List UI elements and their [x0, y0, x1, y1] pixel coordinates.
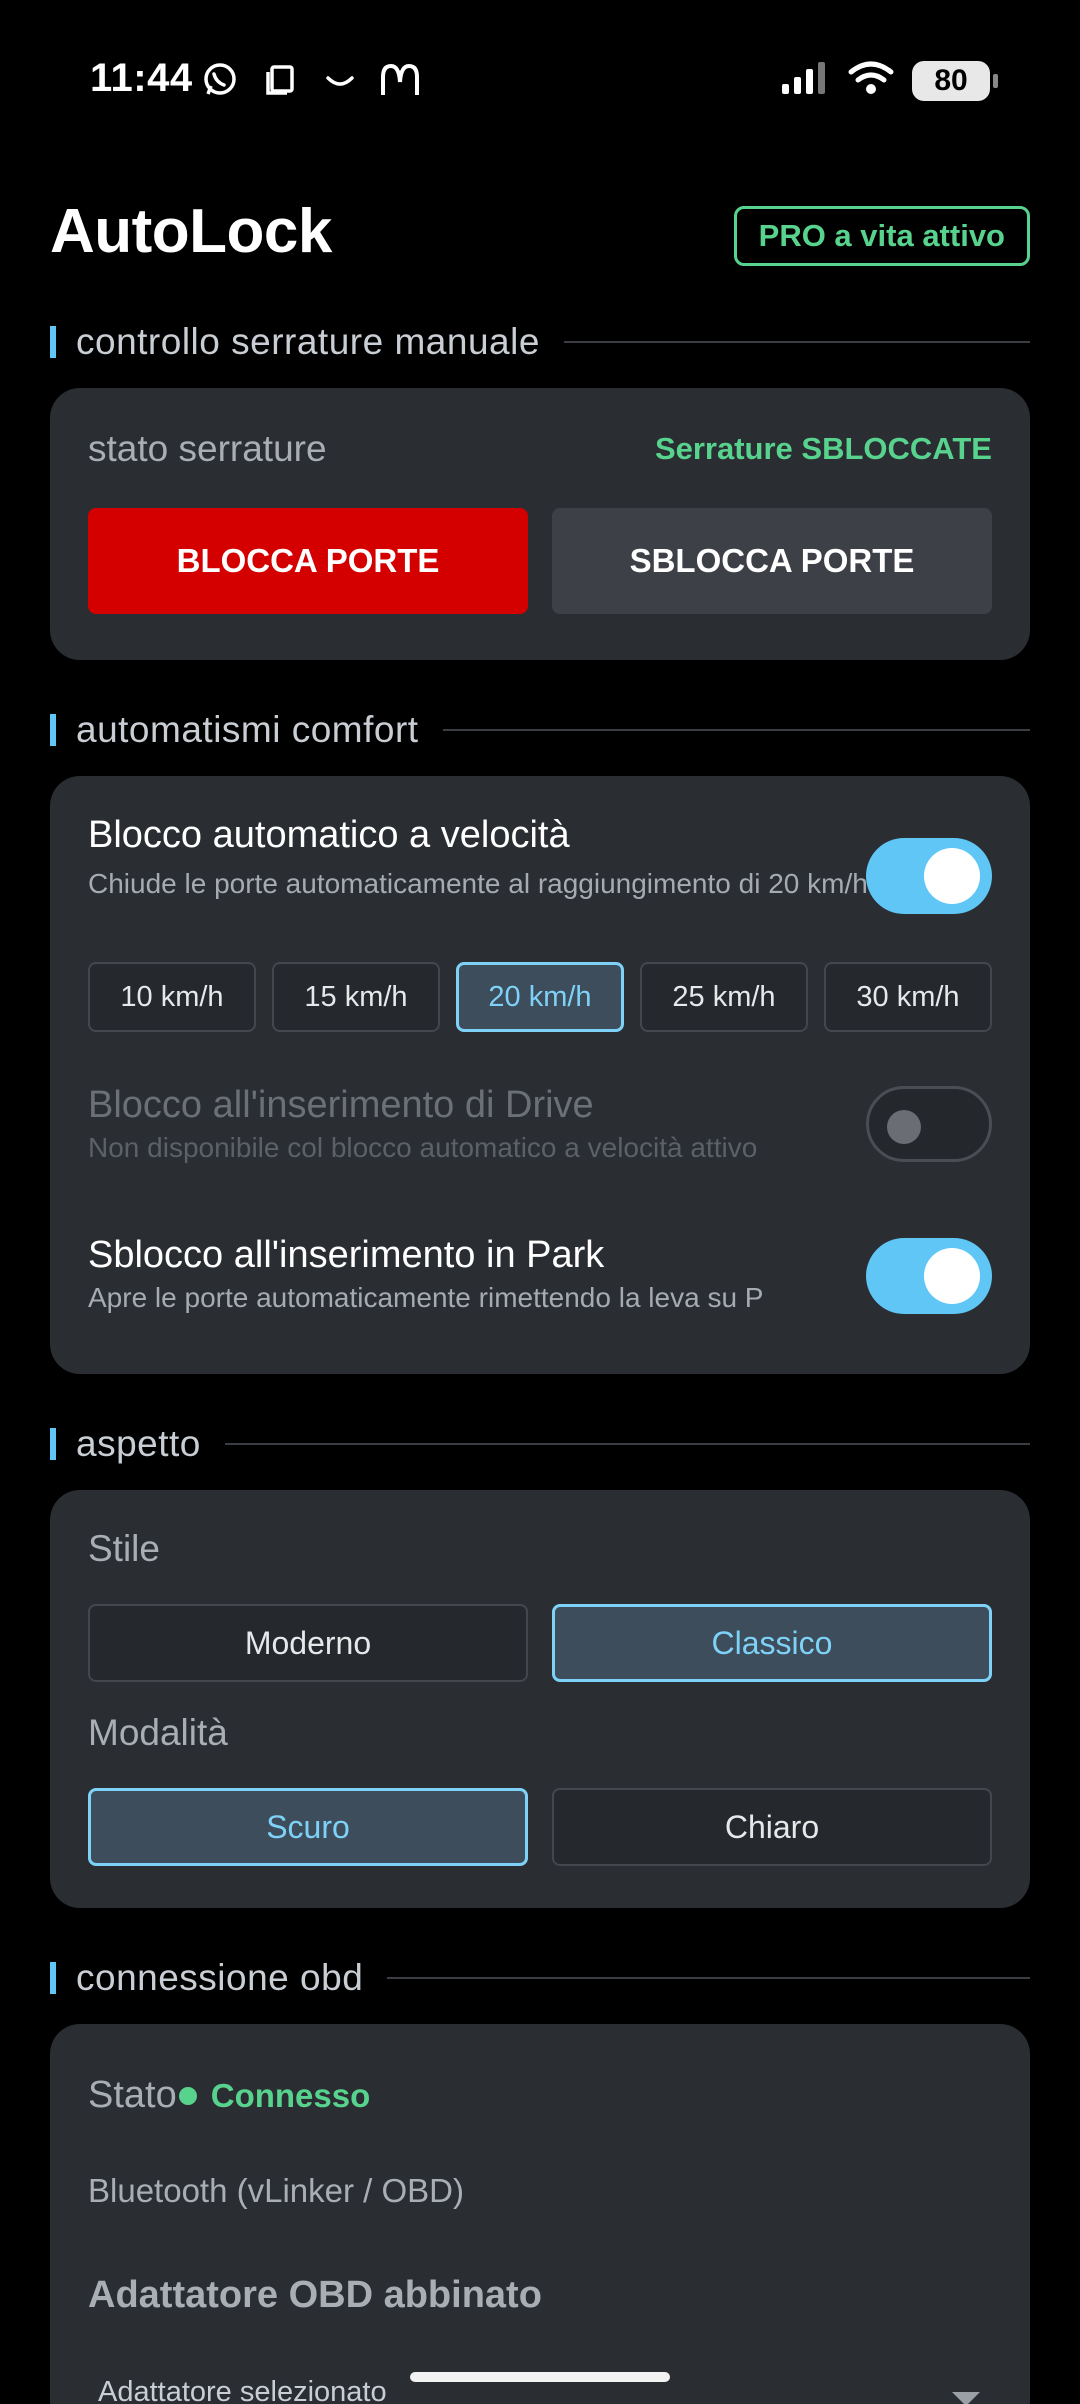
section-header-obd: connessione obd: [50, 1956, 1030, 2000]
speed-option-15[interactable]: 15 km/h: [272, 962, 440, 1032]
status-bar: 11:44 80: [0, 0, 1080, 160]
obd-state-value: Connesso: [210, 2076, 371, 2114]
drive-lock-subtitle: Non disponibile col blocco automatico a …: [88, 1132, 758, 1163]
app-title: AutoLock: [50, 197, 332, 266]
obd-state-row: Stato Connesso: [88, 2074, 370, 2117]
section-divider: [563, 341, 1030, 343]
speed-option-10[interactable]: 10 km/h: [88, 962, 256, 1032]
lock-status-label: stato serrature: [88, 428, 327, 469]
drive-lock-title: Blocco all'inserimento di Drive: [88, 1084, 594, 1126]
park-unlock-option: Sblocco all'inserimento in Park Apre le …: [88, 1234, 868, 1319]
whatsapp-icon: [200, 60, 240, 100]
speed-option-25[interactable]: 25 km/h: [640, 962, 808, 1032]
section-header-appearance: aspetto: [50, 1422, 1030, 1466]
lock-status-row: stato serrature Serrature SBLOCCATE: [88, 426, 992, 472]
wifi-icon: [848, 60, 894, 101]
style-option-moderno[interactable]: Moderno: [88, 1604, 528, 1682]
speed-option-30[interactable]: 30 km/h: [824, 962, 992, 1032]
obd-paired-title: Adattatore OBD abbinato: [88, 2274, 542, 2316]
mcdonalds-icon: [380, 60, 420, 100]
adapter-select-label[interactable]: Adattatore selezionato: [98, 2376, 387, 2404]
home-indicator[interactable]: [410, 2372, 670, 2382]
section-accent-bar: [50, 714, 56, 746]
park-unlock-title: Sblocco all'inserimento in Park: [88, 1234, 605, 1276]
section-divider: [387, 1977, 1030, 1979]
obd-card: Stato Connesso Bluetooth (vLinker / OBD)…: [50, 2024, 1030, 2404]
section-label: connessione obd: [76, 1957, 364, 1998]
signal-icon: [780, 60, 830, 101]
connected-dot-icon: [178, 2086, 197, 2105]
park-unlock-toggle[interactable]: [866, 1238, 992, 1314]
pro-badge[interactable]: PRO a vita attivo: [733, 206, 1030, 266]
chevron-down-icon[interactable]: [952, 2392, 980, 2404]
speed-lock-subtitle: Chiude le porte automaticamente al raggi…: [88, 868, 868, 899]
section-divider: [442, 729, 1030, 731]
section-label: controllo serrature manuale: [76, 321, 540, 362]
section-accent-bar: [50, 326, 56, 358]
section-header-manual-lock: controllo serrature manuale: [50, 320, 1030, 364]
manual-lock-card: stato serrature Serrature SBLOCCATE BLOC…: [50, 388, 1030, 660]
speed-lock-toggle[interactable]: [866, 838, 992, 914]
style-option-classico[interactable]: Classico: [552, 1604, 992, 1682]
section-divider: [224, 1443, 1030, 1445]
toggle-knob: [924, 1248, 980, 1304]
lock-status-value: Serrature SBLOCCATE: [654, 431, 992, 466]
obd-connection-type: Bluetooth (vLinker / OBD): [88, 2172, 464, 2209]
section-label: automatismi comfort: [76, 709, 419, 750]
lock-doors-button[interactable]: BLOCCA PORTE: [88, 508, 528, 614]
mode-option-chiaro[interactable]: Chiaro: [552, 1788, 992, 1866]
mode-label: Modalità: [88, 1712, 228, 1753]
battery-icon: 80: [912, 60, 998, 101]
clipboard-icon: [260, 60, 300, 100]
speed-option-20[interactable]: 20 km/h: [456, 962, 624, 1032]
drive-lock-option: Blocco all'inserimento di Drive Non disp…: [88, 1084, 868, 1169]
park-unlock-subtitle: Apre le porte automaticamente rimettendo…: [88, 1282, 764, 1313]
obd-state-label: Stato: [88, 2074, 177, 2116]
section-label: aspetto: [76, 1423, 201, 1464]
comfort-card: Blocco automatico a velocità Chiude le p…: [50, 776, 1030, 1374]
section-accent-bar: [50, 1962, 56, 1994]
battery-level: 80: [934, 63, 968, 97]
unlock-doors-button[interactable]: SBLOCCA PORTE: [552, 508, 992, 614]
status-time: 11:44: [90, 56, 193, 100]
toggle-knob: [887, 1110, 921, 1144]
section-accent-bar: [50, 1428, 56, 1460]
smile-icon: [320, 60, 360, 100]
appearance-card: Stile Moderno Classico Modalità Scuro Ch…: [50, 1490, 1030, 1908]
mode-option-scuro[interactable]: Scuro: [88, 1788, 528, 1866]
drive-lock-toggle[interactable]: [866, 1086, 992, 1162]
speed-selector: 10 km/h 15 km/h 20 km/h 25 km/h 30 km/h: [88, 962, 992, 1032]
system-icons: 80: [780, 60, 998, 101]
speed-lock-title: Blocco automatico a velocità: [88, 814, 570, 856]
style-label: Stile: [88, 1528, 160, 1569]
section-header-comfort: automatismi comfort: [50, 708, 1030, 752]
speed-lock-option: Blocco automatico a velocità Chiude le p…: [88, 814, 868, 905]
notification-icons: [200, 56, 420, 104]
toggle-knob: [924, 848, 980, 904]
